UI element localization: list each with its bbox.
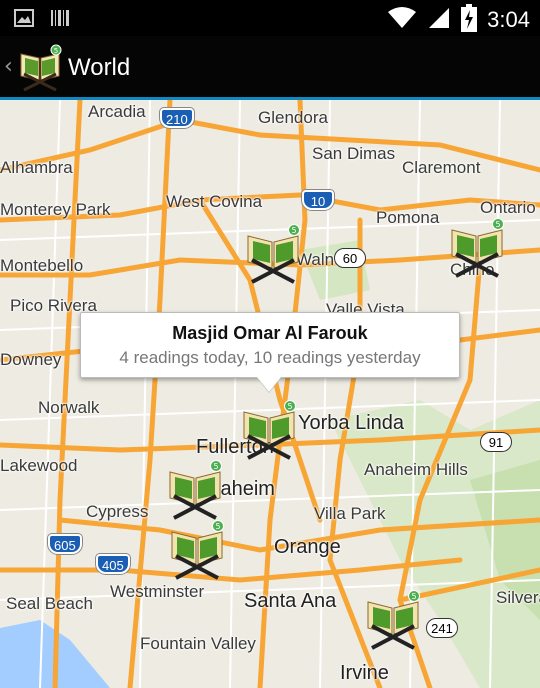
highway-shield: 605 (48, 534, 82, 554)
city-label: Cypress (86, 502, 149, 521)
city-label: Monterey Park (0, 200, 111, 219)
city-label: Yorba Linda (298, 412, 405, 434)
mosque-marker-quran-icon[interactable]: 5 (244, 224, 302, 284)
highway-shield: 10 (302, 190, 334, 210)
highway-shield: 91 (480, 432, 512, 452)
city-label: Anaheim Hills (364, 460, 468, 479)
barcode-icon (50, 8, 70, 32)
marker-badge-count: 5 (215, 522, 220, 531)
wifi-icon (387, 6, 417, 34)
signal-icon (427, 6, 451, 34)
city-label: Ontario (480, 198, 536, 217)
marker-badge-count: 5 (291, 226, 296, 235)
logo-badge-count: 5 (54, 47, 58, 55)
action-bar: ‹ 5 World (0, 36, 540, 100)
highway-shield: 241 (426, 618, 458, 638)
city-label: Downey (0, 350, 62, 369)
city-label: Glendora (258, 108, 328, 127)
city-label: San Dimas (312, 144, 396, 163)
city-label: Alhambra (0, 158, 73, 177)
city-label: Arcadia (88, 102, 146, 121)
battery-charging-icon (461, 4, 478, 36)
city-label: West Covina (166, 192, 263, 211)
city-label: Seal Beach (6, 594, 93, 613)
city-label: Claremont (402, 158, 481, 177)
highway-shield: 405 (96, 554, 130, 574)
city-label: Orange (274, 536, 341, 558)
city-label: Norwalk (38, 398, 100, 417)
status-time: 3:04 (487, 7, 530, 32)
city-label: Santa Ana (244, 590, 337, 612)
city-label: Irvine (340, 662, 389, 684)
city-label: Montebello (0, 256, 84, 275)
marker-badge-count: 5 (495, 220, 500, 229)
image-icon (14, 8, 34, 32)
map-view[interactable]: Arcadia Glendora Alhambra San Dimas Clar… (0, 100, 540, 688)
marker-info-window[interactable]: Masjid Omar Al Farouk 4 readings today, … (80, 312, 460, 392)
mosque-marker-quran-icon[interactable]: 5 (448, 218, 506, 278)
city-label: Pomona (376, 208, 440, 227)
mosque-marker-quran-icon[interactable]: 5 (166, 460, 224, 520)
marker-badge-count: 5 (287, 402, 292, 411)
info-window-title: Masjid Omar Al Farouk (172, 323, 368, 343)
quran-book-icon[interactable]: 5 (18, 44, 62, 92)
status-bar: 3:04 (0, 0, 540, 36)
up-navigation-caret[interactable]: ‹ (4, 54, 13, 79)
city-label: Fountain Valley (140, 634, 256, 653)
page-title[interactable]: World (68, 54, 130, 82)
highway-shield: 210 (160, 108, 194, 128)
mosque-marker-quran-icon[interactable]: 5 (168, 520, 226, 580)
city-label: Villa Park (314, 504, 386, 523)
info-window-pointer (257, 377, 281, 392)
mosque-marker-quran-icon-selected[interactable]: 5 (240, 400, 298, 460)
info-window-subtitle: 4 readings today, 10 readings yesterday (119, 348, 421, 367)
city-label: Silverado (496, 588, 540, 607)
highway-shield: 60 (334, 248, 366, 268)
city-label: Westminster (110, 582, 205, 601)
mosque-marker-quran-icon[interactable]: 5 (364, 590, 422, 650)
marker-badge-count: 5 (411, 592, 416, 601)
city-label: Lakewood (0, 456, 78, 475)
marker-badge-count: 5 (213, 462, 218, 471)
